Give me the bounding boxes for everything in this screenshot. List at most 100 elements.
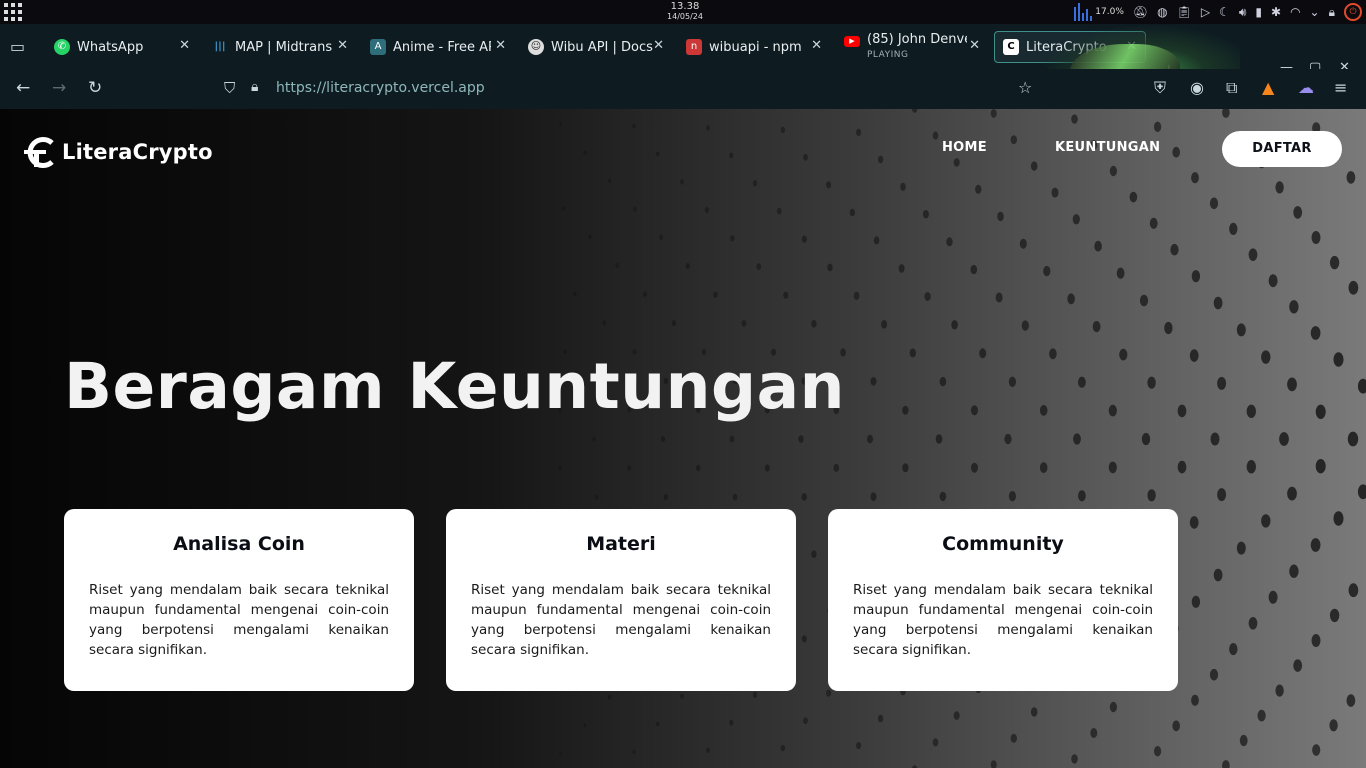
extension-avatar-icon[interactable]: ◉: [1190, 78, 1204, 97]
halftone-dot: [1149, 217, 1158, 229]
halftone-dot: [1067, 293, 1075, 305]
halftone-dot: [1229, 643, 1238, 656]
halftone-dot: [1071, 754, 1078, 764]
extensions-puzzle-icon[interactable]: ⧉: [1226, 78, 1237, 98]
halftone-dot: [853, 291, 860, 300]
halftone-dot: [1229, 222, 1238, 235]
extension-shield-icon[interactable]: ⛨: [1154, 78, 1166, 98]
halftone-dot: [1039, 405, 1048, 416]
halftone-dot: [1094, 240, 1102, 252]
nav-home-link[interactable]: HOME: [942, 140, 987, 155]
site-logo[interactable]: LiteraCrypto: [24, 135, 213, 169]
halftone-dot: [900, 182, 906, 191]
bluetooth-icon[interactable]: ✱: [1271, 2, 1281, 22]
halftone-dot: [1236, 323, 1246, 337]
halftone-dot: [798, 435, 804, 443]
clock-time: 13.38: [670, 1, 700, 12]
forward-icon[interactable]: →: [52, 78, 66, 98]
halftone-dot: [655, 721, 660, 727]
notification-bell-icon[interactable]: 🔕︎: [1133, 2, 1148, 22]
app-grid-icon[interactable]: [4, 3, 22, 21]
metamask-icon[interactable]: ▲: [1262, 78, 1274, 97]
clock-date: 14/05/24: [667, 12, 703, 21]
halftone-dot: [979, 348, 987, 359]
close-tab-icon[interactable]: ✕: [811, 38, 822, 53]
halftone-dot: [951, 320, 958, 330]
halftone-dot: [881, 320, 888, 329]
tracking-shield-icon[interactable]: ⛉: [224, 79, 235, 97]
close-tab-icon[interactable]: ✕: [969, 38, 980, 53]
halftone-dot: [1346, 171, 1356, 184]
halftone-dot: [975, 184, 982, 194]
halftone-dot: [1239, 734, 1248, 747]
tab-youtube[interactable]: ▶ (85) John Denve PLAYING ✕: [836, 31, 988, 63]
halftone-dot: [990, 109, 997, 118]
bookmark-star-icon[interactable]: ☆: [1018, 78, 1032, 97]
halftone-dot: [559, 751, 562, 756]
feature-card-analisa-coin: Analisa Coin Riset yang mendalam baik se…: [64, 509, 414, 691]
app-menu-icon[interactable]: ≡: [1334, 78, 1347, 97]
halftone-dot: [1008, 376, 1017, 387]
close-tab-icon[interactable]: ✕: [495, 38, 506, 53]
halftone-dot: [780, 126, 786, 134]
url-field[interactable]: https://literacrypto.vercel.app: [276, 80, 485, 96]
halftone-dot: [902, 405, 909, 415]
halftone-dot: [561, 206, 565, 211]
halftone-dot: [1213, 568, 1223, 582]
tab-title: MAP | Midtrans: [235, 39, 333, 55]
volume-icon[interactable]: 🔊︎: [1239, 2, 1247, 22]
halftone-dot: [1191, 270, 1201, 283]
nav-keuntungan-link[interactable]: KEUNTUNGAN: [1055, 140, 1160, 155]
halftone-dot: [1109, 701, 1117, 713]
halftone-dot: [764, 464, 770, 472]
halftone-dot: [655, 151, 660, 157]
halftone-dot: [632, 749, 636, 755]
tab-whatsapp[interactable]: ✆ WhatsApp ✕: [46, 31, 198, 63]
halftone-dot: [1191, 694, 1199, 706]
media-play-icon[interactable]: ▷: [1201, 2, 1210, 22]
lock-icon[interactable]: 🔒︎: [1329, 2, 1335, 22]
halftone-dot: [559, 122, 562, 127]
halftone-dot: [1222, 109, 1230, 118]
halftone-dot: [729, 719, 734, 726]
battery-icon[interactable]: ▮: [1255, 2, 1262, 22]
close-tab-icon[interactable]: ✕: [337, 38, 348, 53]
halftone-dot: [780, 744, 786, 752]
halftone-dot: [995, 292, 1003, 303]
wifi-icon[interactable]: ◠: [1290, 2, 1300, 22]
halftone-dot: [1329, 255, 1340, 270]
halftone-dot: [1311, 231, 1321, 244]
system-clock[interactable]: 13.38 14/05/24: [640, 0, 730, 22]
ghost-extension-icon[interactable]: ☁: [1298, 78, 1314, 97]
literacrypto-logo-icon: [24, 137, 54, 168]
clipboard-icon[interactable]: 📋︎: [1177, 2, 1192, 22]
halftone-dot: [867, 434, 873, 444]
halftone-dot: [573, 291, 577, 297]
back-icon[interactable]: ←: [16, 78, 30, 98]
halftone-dot: [1191, 172, 1199, 184]
tab-manager-icon[interactable]: ▭: [10, 37, 25, 56]
halftone-dot: [1246, 404, 1257, 418]
halftone-dot: [588, 234, 592, 240]
halftone-dot: [1147, 376, 1156, 389]
vpn-icon[interactable]: ◍: [1157, 2, 1167, 22]
tab-wibu-api[interactable]: ☺ Wibu API | Docs ✕: [520, 31, 672, 63]
tray-expand-chevron-icon[interactable]: ⌄: [1310, 2, 1320, 22]
tab-npm[interactable]: n wibuapi - npm ✕: [678, 31, 830, 63]
halftone-dot: [1261, 514, 1271, 528]
tab-midtrans[interactable]: ||| MAP | Midtrans ✕: [204, 31, 356, 63]
night-light-icon[interactable]: ☾: [1219, 2, 1230, 22]
close-tab-icon[interactable]: ✕: [179, 38, 190, 53]
halftone-dot: [801, 493, 807, 501]
close-tab-icon[interactable]: ✕: [653, 38, 664, 53]
hero-title: Beragam Keuntungan: [64, 350, 845, 423]
halftone-dot: [801, 235, 807, 243]
padlock-icon[interactable]: 🔒︎: [251, 79, 258, 95]
reload-icon[interactable]: ↻: [88, 78, 102, 98]
halftone-dot: [1154, 746, 1162, 757]
daftar-button[interactable]: DAFTAR: [1222, 131, 1342, 167]
power-icon[interactable]: ⏻: [1344, 3, 1362, 21]
cpu-graph-icon[interactable]: [1074, 3, 1093, 21]
tab-anime-api[interactable]: A Anime - Free AP ✕: [362, 31, 514, 63]
tab-title: Anime - Free AP: [393, 39, 491, 55]
